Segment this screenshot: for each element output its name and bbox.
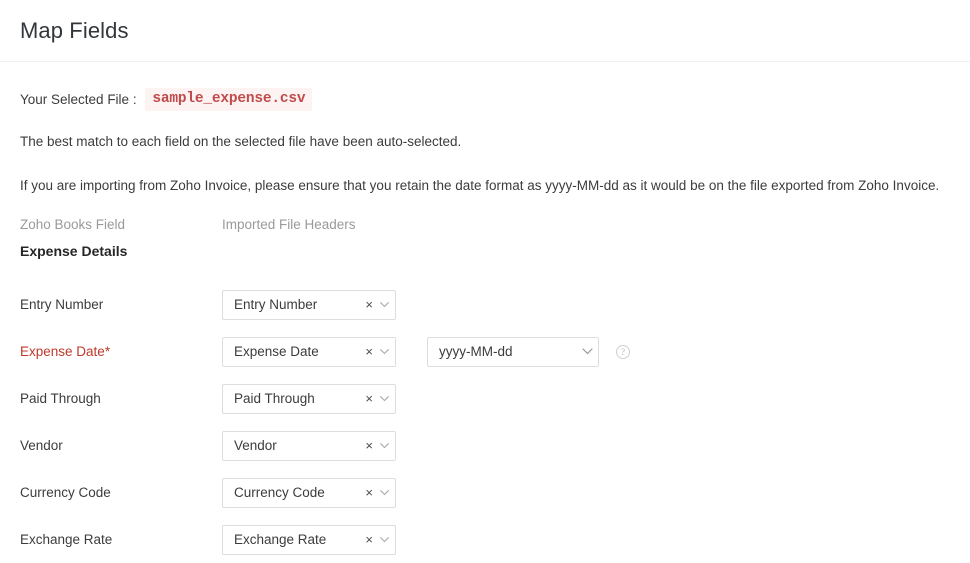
header-select-exchange-rate[interactable]: Exchange Rate × (222, 525, 396, 555)
header-select-paid-through[interactable]: Paid Through × (222, 384, 396, 414)
help-icon[interactable]: ? (616, 345, 630, 359)
selected-header-value: Vendor (223, 438, 363, 453)
field-label: Vendor (20, 438, 222, 454)
header-select-currency-code[interactable]: Currency Code × (222, 478, 396, 508)
clear-icon[interactable]: × (363, 533, 377, 546)
column-header-zoho-books-field: Zoho Books Field (20, 217, 222, 237)
table-row: Expense Date* Expense Date × yyyy-MM-dd … (20, 328, 950, 375)
section-title-expense-details: Expense Details (20, 243, 950, 259)
table-row: Paid Through Paid Through × (20, 375, 950, 422)
clear-icon[interactable]: × (363, 439, 377, 452)
page-title: Map Fields (20, 18, 129, 44)
date-format-select[interactable]: yyyy-MM-dd (427, 337, 599, 367)
field-label: Paid Through (20, 391, 222, 407)
selected-header-value: Paid Through (223, 391, 363, 406)
selected-header-value: Expense Date (223, 344, 363, 359)
selected-header-value: Currency Code (223, 485, 363, 500)
chevron-down-icon[interactable] (377, 396, 395, 402)
selected-file-name: sample_expense.csv (145, 88, 312, 111)
chevron-down-icon[interactable] (377, 349, 395, 355)
field-label: Expense Date (20, 344, 105, 359)
clear-icon[interactable]: × (363, 345, 377, 358)
table-row: Entry Number Entry Number × (20, 281, 950, 328)
chevron-down-icon[interactable] (377, 302, 395, 308)
chevron-down-icon[interactable] (377, 537, 395, 543)
header-select-expense-date[interactable]: Expense Date × (222, 337, 396, 367)
date-format-value: yyyy-MM-dd (428, 344, 580, 359)
header-select-vendor[interactable]: Vendor × (222, 431, 396, 461)
field-label: Entry Number (20, 297, 222, 313)
required-asterisk: * (105, 344, 110, 359)
clear-icon[interactable]: × (363, 298, 377, 311)
page-header: Map Fields (0, 0, 970, 62)
clear-icon[interactable]: × (363, 486, 377, 499)
selected-header-value: Entry Number (223, 297, 363, 312)
field-label: Currency Code (20, 485, 222, 501)
column-header-imported-file-headers: Imported File Headers (222, 217, 427, 237)
header-select-entry-number[interactable]: Entry Number × (222, 290, 396, 320)
table-row: Vendor Vendor × (20, 422, 950, 469)
chevron-down-icon[interactable] (377, 443, 395, 449)
chevron-down-icon[interactable] (580, 348, 598, 355)
date-format-info-text: If you are importing from Zoho Invoice, … (20, 177, 950, 195)
chevron-down-icon[interactable] (377, 490, 395, 496)
clear-icon[interactable]: × (363, 392, 377, 405)
selected-file-label: Your Selected File : (20, 92, 140, 107)
table-row: Currency Code Currency Code × (20, 469, 950, 516)
selected-header-value: Exchange Rate (223, 532, 363, 547)
map-fields-form: Your Selected File : sample_expense.csv … (0, 62, 970, 563)
field-label: Exchange Rate (20, 532, 222, 548)
auto-select-info-text: The best match to each field on the sele… (20, 133, 950, 151)
column-headers: Zoho Books Field Imported File Headers (20, 217, 950, 237)
selected-file-row: Your Selected File : sample_expense.csv (20, 90, 950, 108)
field-label-required: Expense Date* (20, 344, 222, 360)
